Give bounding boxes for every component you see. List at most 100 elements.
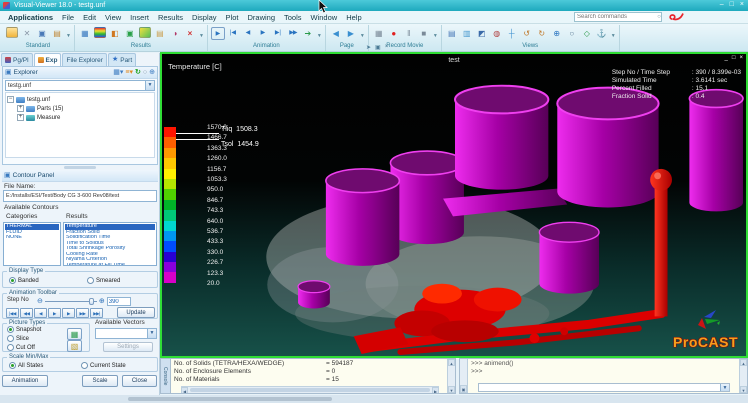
3d-viewport[interactable]: test _ □ × Temperature [C] xyxy=(160,52,748,358)
vertical-scrollbar[interactable]: ▲ ▼ xyxy=(447,359,455,393)
pan-icon[interactable]: ┼ xyxy=(505,27,519,40)
search-input[interactable] xyxy=(575,14,657,20)
menu-tools[interactable]: Tools xyxy=(284,13,302,22)
close-button[interactable]: × xyxy=(740,0,744,10)
expand-icon[interactable]: + xyxy=(17,114,24,121)
scroll-up-icon[interactable]: ▲ xyxy=(740,359,747,366)
cut-icon[interactable]: ✕ xyxy=(20,27,34,40)
group-more-icon[interactable]: ▼ xyxy=(317,33,322,42)
float-panel-icon[interactable]: ▣ xyxy=(375,44,381,51)
fast-forward-button[interactable]: ▶▶ xyxy=(76,308,89,318)
maximize-button[interactable]: □ xyxy=(730,0,734,10)
zoom-in-icon[interactable]: ⊕ xyxy=(550,27,564,40)
vertical-scrollbar[interactable]: ▲ ▼ xyxy=(739,359,747,393)
minimize-button[interactable]: – xyxy=(720,0,724,10)
next-page-icon[interactable]: ▶ xyxy=(344,27,358,40)
viewport-restore-icon[interactable]: □ xyxy=(732,55,736,62)
command-input[interactable] xyxy=(479,384,720,391)
rotate-ccw-icon[interactable]: ↺ xyxy=(520,27,534,40)
step-forward-button[interactable]: ▶ xyxy=(62,308,75,318)
previous-page-icon[interactable]: ◀ xyxy=(329,27,343,40)
refresh-icon[interactable]: ↻ xyxy=(135,68,141,78)
model-selector[interactable]: testg.unf ▼ xyxy=(5,80,155,91)
group-more-icon[interactable]: ▼ xyxy=(360,33,365,42)
scroll-down-icon[interactable]: ▼ xyxy=(740,386,747,393)
file-name-box[interactable] xyxy=(3,190,157,202)
radio-all-states[interactable]: All States xyxy=(9,362,43,369)
results-file-icon[interactable]: ▦ xyxy=(78,27,92,40)
scroll-right-icon[interactable]: ▶ xyxy=(432,387,439,393)
contour-settings-icon[interactable]: ▣ xyxy=(123,27,137,40)
export-animation-icon[interactable]: ➔ xyxy=(301,27,315,40)
menu-drawing[interactable]: Drawing xyxy=(247,13,275,22)
open-case-icon[interactable]: ▤ xyxy=(153,27,167,40)
bottom-scrollbar[interactable] xyxy=(128,397,332,401)
radio-cutoff[interactable]: Cut Off xyxy=(7,344,35,351)
tab-part[interactable]: ★ Part xyxy=(108,53,136,66)
step-slider[interactable] xyxy=(45,301,97,302)
scroll-up-icon[interactable]: ▲ xyxy=(448,359,455,366)
close-panel-button[interactable]: Close xyxy=(122,375,157,387)
spectrum-icon[interactable]: ◧ xyxy=(108,27,122,40)
view-right-icon[interactable]: ▥ xyxy=(460,27,474,40)
group-more-icon[interactable]: ▼ xyxy=(433,33,438,42)
anchor-icon[interactable]: ⚓ xyxy=(595,27,609,40)
step-value-input[interactable] xyxy=(107,297,131,306)
delete-results-icon[interactable]: × xyxy=(183,27,197,40)
list-item[interactable]: Temperature at Fill Time xyxy=(65,263,155,267)
step-back-button[interactable]: ◀ xyxy=(34,308,47,318)
scale-button[interactable]: Scale xyxy=(82,375,118,387)
command-input-box[interactable]: ▼ xyxy=(478,383,730,392)
group-more-icon[interactable]: ▼ xyxy=(199,33,204,42)
view-iso-icon[interactable]: ◩ xyxy=(475,27,489,40)
categories-list[interactable]: THERMAL FLUID NONE xyxy=(3,222,61,266)
group-by-icon[interactable]: ▦▾ xyxy=(113,68,123,78)
copy-icon[interactable]: ▣ xyxy=(35,27,49,40)
slider-handle[interactable] xyxy=(89,298,94,305)
radio-slice[interactable]: Slice xyxy=(7,335,29,342)
horizontal-scrollbar[interactable]: ◀ ▶ xyxy=(181,386,439,393)
menu-edit[interactable]: Edit xyxy=(83,13,96,22)
panel-splitter[interactable] xyxy=(64,166,96,169)
menu-results[interactable]: Results xyxy=(158,13,183,22)
tree-item-measure[interactable]: + Measure xyxy=(7,113,153,122)
radio-current-state[interactable]: Current State xyxy=(81,362,126,369)
viewport-minimize-icon[interactable]: _ xyxy=(725,55,728,62)
collapse-icon[interactable]: − xyxy=(7,96,14,103)
pin-panel-icon[interactable]: ➤ xyxy=(366,44,371,51)
radio-snapshot[interactable]: Snapshot xyxy=(7,326,41,333)
menu-insert[interactable]: Insert xyxy=(130,13,149,22)
slice-tool-button[interactable]: ▦ xyxy=(67,328,82,340)
tab-file-explorer[interactable]: File Explorer xyxy=(62,53,106,66)
scroll-left-icon[interactable]: ◀ xyxy=(181,387,188,393)
zoom-area-icon[interactable]: ○ xyxy=(565,27,579,40)
go-last-button[interactable]: ▶▶| xyxy=(90,308,103,318)
camera-icon[interactable]: ▦ xyxy=(372,27,386,40)
settings-button[interactable]: Settings xyxy=(103,342,153,352)
step-decrease-icon[interactable]: ⊖ xyxy=(37,298,43,305)
results-list[interactable]: Temperature Fraction Solid Solidificatio… xyxy=(63,222,157,266)
menu-view[interactable]: View xyxy=(105,13,121,22)
fast-rewind-button[interactable]: ◀◀ xyxy=(20,308,33,318)
search-icon[interactable]: ○ xyxy=(657,14,661,20)
search-box[interactable]: ○ xyxy=(574,12,662,22)
add-icon[interactable]: ⊕ xyxy=(149,68,155,78)
iso-surface-icon[interactable] xyxy=(138,27,152,40)
list-item[interactable]: NONE xyxy=(5,235,59,241)
previous-frame-icon[interactable]: ◀ xyxy=(241,27,255,40)
tab-pgpl[interactable]: Pg/Pl xyxy=(1,53,33,66)
cutoff-tool-button[interactable]: ▧ xyxy=(67,340,82,352)
close-panel-icon[interactable]: × xyxy=(385,44,389,51)
menu-display[interactable]: Display xyxy=(192,13,217,22)
scrollbar-thumb[interactable] xyxy=(190,388,430,392)
menu-applications[interactable]: Applications xyxy=(8,13,53,22)
vectors-selector[interactable]: ▼ xyxy=(95,328,157,339)
animation-button[interactable]: Animation xyxy=(2,375,48,387)
play-icon[interactable]: ▶ xyxy=(256,27,270,40)
sort-icon[interactable]: ≡▾ xyxy=(125,68,133,78)
rotate-cw-icon[interactable]: ↻ xyxy=(535,27,549,40)
paste-icon[interactable]: ▤ xyxy=(50,27,64,40)
update-button[interactable]: Update xyxy=(117,307,155,318)
menu-plot[interactable]: Plot xyxy=(226,13,239,22)
fast-forward-icon[interactable]: ▶▶ xyxy=(286,27,300,40)
